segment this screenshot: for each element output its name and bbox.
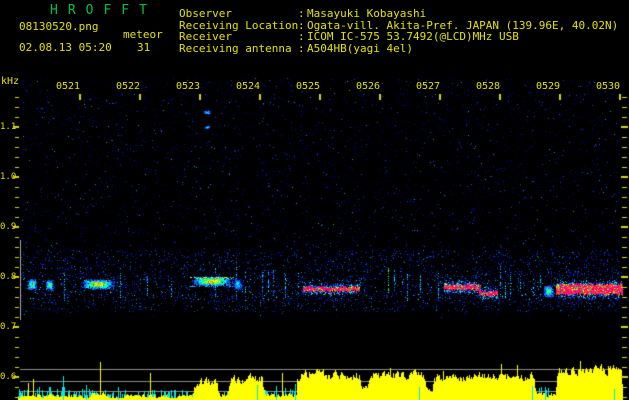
freq-axis-label: 0.7 bbox=[0, 322, 17, 332]
info-value: A504HB(yagi 4el) bbox=[307, 42, 413, 55]
freq-axis-label: 0.6 bbox=[0, 372, 17, 382]
freq-axis-label: 0.8 bbox=[0, 272, 17, 282]
time-axis-label: 0529 bbox=[535, 81, 561, 92]
info-colon: : bbox=[298, 42, 305, 55]
datetime: 02.08.13 05:20 bbox=[19, 41, 112, 54]
meteor-count: 31 bbox=[137, 41, 151, 54]
filename: 08130520.png bbox=[19, 20, 99, 33]
time-axis-label: 0527 bbox=[415, 81, 441, 92]
app-title: HROFFT bbox=[50, 3, 157, 18]
spectrogram-canvas bbox=[0, 0, 629, 400]
time-axis-label: 0522 bbox=[115, 81, 141, 92]
time-axis-label: 0528 bbox=[475, 81, 501, 92]
mode-label: meteor bbox=[123, 28, 163, 41]
time-axis-label: 0526 bbox=[355, 81, 381, 92]
freq-axis-label: 0.9 bbox=[0, 222, 17, 232]
info-label: Receiving antenna bbox=[179, 42, 292, 55]
time-axis-label: 0525 bbox=[295, 81, 321, 92]
time-axis-label: 0523 bbox=[175, 81, 201, 92]
time-axis-label: 0524 bbox=[235, 81, 261, 92]
hrofft-screen: HROFFT 08130520.png meteor 02.08.13 05:2… bbox=[0, 0, 629, 400]
time-axis-label: 0521 bbox=[55, 81, 81, 92]
freq-axis-label: 1.1 bbox=[0, 122, 17, 132]
freq-axis-label: 1.0 bbox=[0, 172, 17, 182]
freq-unit-label: kHz bbox=[1, 76, 20, 87]
time-axis-label: 0530 bbox=[595, 81, 621, 92]
